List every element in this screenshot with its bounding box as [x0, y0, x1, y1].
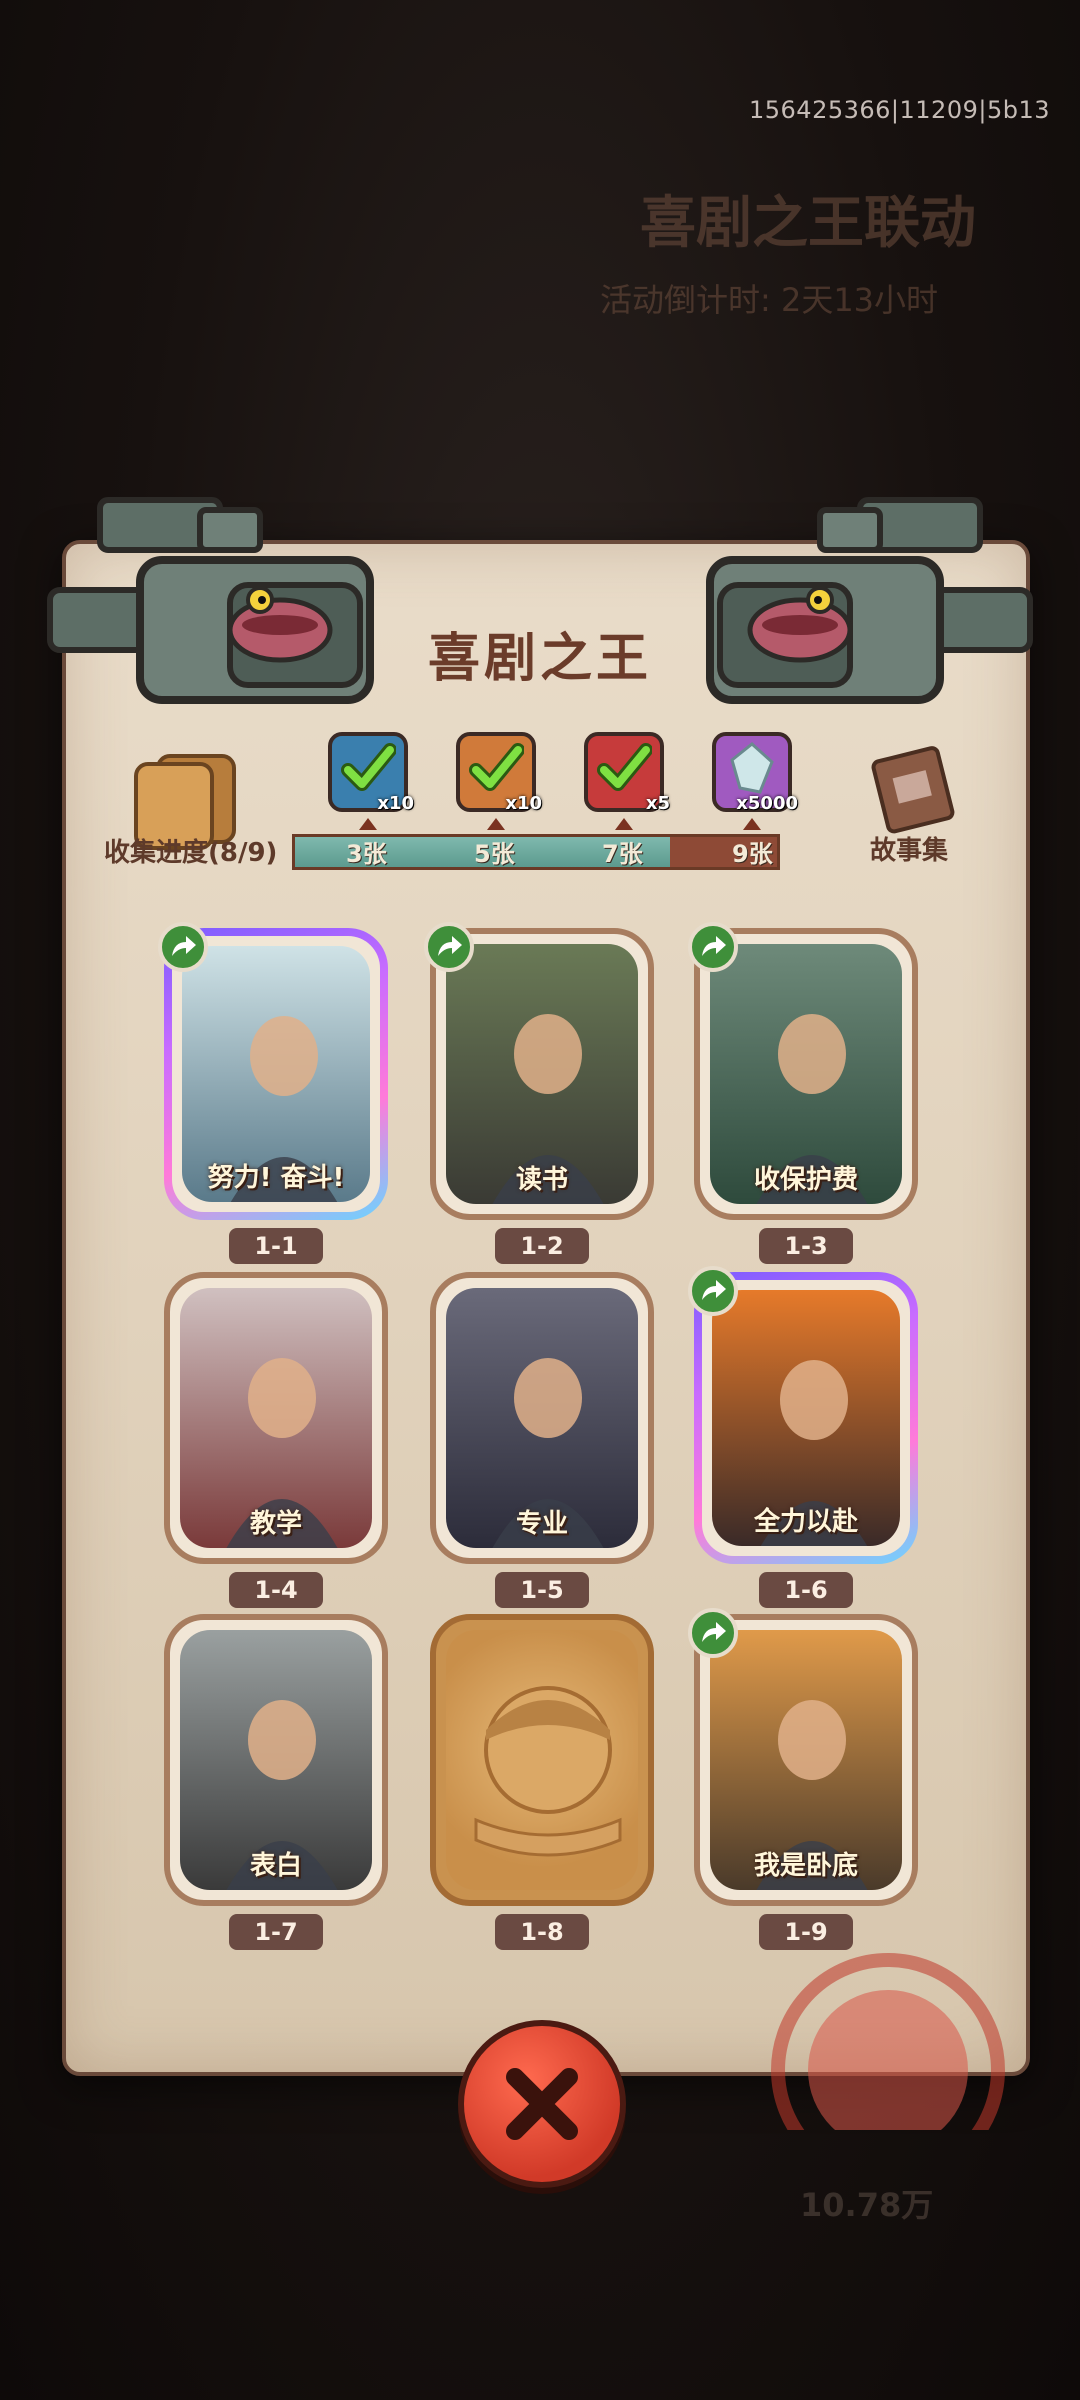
comedy-king-stamp-icon [771, 1953, 1005, 2130]
card-number: 1-3 [759, 1228, 853, 1264]
share-arrow-icon [702, 1280, 726, 1300]
collection-card[interactable]: 努力! 奋斗! 1-1 [158, 922, 388, 1264]
milestone-label: 7张 [602, 840, 643, 868]
reward-2[interactable]: x10 [456, 732, 542, 814]
orange-checked-chest-icon [469, 743, 524, 791]
silhouette-icon [474, 1686, 622, 1857]
collection-card[interactable]: 读书 1-2 [424, 922, 654, 1264]
collection-card[interactable]: 表白 1-7 [164, 1614, 388, 1950]
card-number: 1-4 [229, 1572, 323, 1608]
share-button[interactable] [158, 922, 208, 972]
card-name: 读书 [515, 1165, 568, 1195]
card-frame: 全力以赴 [694, 1272, 918, 1564]
card-frame [430, 1614, 654, 1906]
red-checked-orb-icon [597, 743, 652, 791]
card-name: 表白 [249, 1851, 302, 1881]
card-frame: 教学 [164, 1272, 388, 1564]
card-name: 我是卧底 [753, 1851, 858, 1881]
close-button[interactable] [458, 2020, 626, 2188]
card-frame: 收保护费 [694, 928, 918, 1220]
card-name: 收保护费 [753, 1165, 858, 1195]
reward-3[interactable]: x5 [584, 732, 670, 814]
reward-multiplier: x10 [505, 793, 542, 814]
locked-card-art [446, 1630, 638, 1890]
card-frame: 我是卧底 [694, 1614, 918, 1906]
milestone-marker [487, 818, 505, 830]
reward-multiplier: x5 [645, 793, 670, 814]
event-countdown: 活动倒计时: 2天13小时 [600, 281, 939, 319]
reward-multiplier: x5000 [736, 793, 798, 814]
collection-card[interactable]: 专业 1-5 [430, 1272, 654, 1608]
purple-crystal-icon [730, 742, 774, 794]
milestone-label: 9张 [732, 840, 773, 868]
card-frame: 读书 [430, 928, 654, 1220]
share-button[interactable] [688, 922, 738, 972]
card-name: 努力! 奋斗! [207, 1163, 345, 1193]
share-arrow-icon [702, 936, 726, 956]
collection-card[interactable]: 1-8 [430, 1614, 654, 1950]
card-number: 1-2 [495, 1228, 589, 1264]
collection-card[interactable]: 全力以赴 1-6 [688, 1266, 918, 1608]
milestone-label: 5张 [474, 840, 515, 868]
milestone-label: 3张 [346, 840, 387, 868]
collection-card[interactable]: 我是卧底 1-9 [688, 1608, 918, 1950]
close-icon [506, 2068, 578, 2140]
card-name: 专业 [515, 1509, 568, 1539]
event-title: 喜剧之王联动 [640, 191, 976, 256]
card-frame: 努力! 奋斗! [164, 928, 388, 1220]
milestone-marker [359, 818, 377, 830]
collection-card[interactable]: 收保护费 1-3 [688, 922, 918, 1264]
reward-multiplier: x10 [377, 793, 414, 814]
card-number: 1-7 [229, 1914, 323, 1950]
card-frame: 专业 [430, 1272, 654, 1564]
card-number: 1-8 [495, 1914, 589, 1950]
card-number: 1-5 [495, 1572, 589, 1608]
story-book-icon[interactable] [862, 740, 962, 840]
card-name: 教学 [249, 1509, 302, 1539]
card-number: 1-6 [759, 1572, 853, 1608]
build-id: 156425366|11209|5b13 [749, 96, 1050, 124]
reward-1[interactable]: x10 [328, 732, 414, 814]
milestone-marker [615, 818, 633, 830]
card-number: 1-1 [229, 1228, 323, 1264]
card-number: 1-9 [759, 1914, 853, 1950]
currency-amount: 10.78万 [800, 2186, 934, 2224]
share-arrow-icon [438, 936, 462, 956]
panel-title: 喜剧之王 [427, 629, 652, 689]
story-collection-button[interactable]: 故事集 [870, 830, 948, 867]
milestone-marker [743, 818, 761, 830]
card-frame: 表白 [164, 1614, 388, 1906]
collect-progress-label: 收集进度(8/9) [104, 838, 278, 868]
background-event-info: 喜剧之王联动 活动倒计时: 2天13小时 [560, 150, 1040, 321]
share-button[interactable] [688, 1608, 738, 1658]
share-arrow-icon [172, 936, 196, 956]
collection-card[interactable]: 教学 1-4 [164, 1272, 388, 1608]
teal-checked-chest-icon [341, 743, 396, 791]
reward-4[interactable]: x5000 [712, 732, 798, 814]
share-button[interactable] [688, 1266, 738, 1316]
card-name: 全力以赴 [753, 1507, 858, 1537]
share-button[interactable] [424, 922, 474, 972]
share-arrow-icon [702, 1622, 726, 1642]
